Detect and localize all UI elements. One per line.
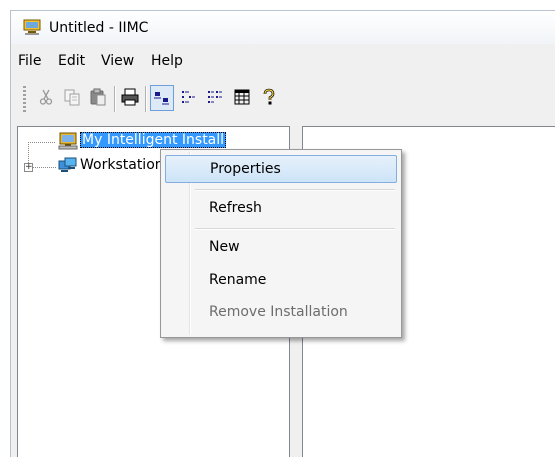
menu-view[interactable]: View <box>101 53 134 69</box>
menu-item-label: Remove Installation <box>209 304 348 320</box>
details-view-icon <box>234 89 250 105</box>
toolbar-grip[interactable] <box>23 86 26 112</box>
title-bar[interactable]: Untitled - IIMC <box>10 10 555 44</box>
workstations-icon <box>58 157 78 179</box>
small-icons-view-icon <box>182 91 195 103</box>
paste-button[interactable] <box>87 85 111 111</box>
large-icons-button[interactable] <box>150 85 174 111</box>
cut-button[interactable] <box>35 85 59 111</box>
small-icons-button[interactable] <box>177 85 201 111</box>
cut-icon <box>39 89 53 105</box>
app-icon <box>23 19 41 35</box>
expand-workstations-button[interactable]: + <box>24 163 33 172</box>
list-view-button[interactable] <box>204 85 228 111</box>
menu-item-label: Properties <box>210 161 281 177</box>
menu-help[interactable]: Help <box>151 53 183 69</box>
menu-separator <box>195 228 395 230</box>
menu-separator <box>195 189 395 191</box>
list-view-icon <box>208 91 222 103</box>
large-icons-view-icon <box>154 92 169 105</box>
tree-node-label: Workstations <box>80 157 171 173</box>
menu-item-remove-installation: Remove Installation <box>165 299 397 327</box>
context-menu: Properties Refresh New Rename Remove Ins… <box>160 149 402 338</box>
help-button[interactable] <box>258 85 282 111</box>
copy-icon <box>64 89 80 106</box>
app-window: Untitled - IIMC File Edit View Help My I… <box>0 0 555 457</box>
toolbar-separator <box>145 86 147 112</box>
copy-button[interactable] <box>61 85 85 111</box>
menu-item-label: Refresh <box>209 200 262 216</box>
menu-bar: File Edit View Help <box>10 44 555 80</box>
tree-node-my-intelligent-install[interactable]: My Intelligent Install <box>58 131 290 151</box>
tree-connector <box>33 167 56 168</box>
window-title: Untitled - IIMC <box>49 20 149 36</box>
paste-icon <box>90 88 106 106</box>
menu-item-label: Rename <box>209 272 267 288</box>
menu-item-refresh[interactable]: Refresh <box>165 195 397 223</box>
menu-item-rename[interactable]: Rename <box>165 267 397 295</box>
print-button[interactable] <box>119 85 143 111</box>
menu-item-label: New <box>209 239 240 255</box>
menu-item-new[interactable]: New <box>165 234 397 262</box>
toolbar <box>10 80 555 120</box>
menu-file[interactable]: File <box>18 53 41 69</box>
menu-edit[interactable]: Edit <box>58 53 85 69</box>
details-view-button[interactable] <box>231 85 255 111</box>
computer-icon <box>58 132 78 154</box>
print-icon <box>121 88 139 106</box>
help-icon <box>263 88 275 105</box>
tree-connector <box>28 142 56 143</box>
menu-item-properties[interactable]: Properties <box>165 155 397 183</box>
tree-node-label: My Intelligent Install <box>80 132 227 148</box>
toolbar-separator <box>114 86 116 112</box>
